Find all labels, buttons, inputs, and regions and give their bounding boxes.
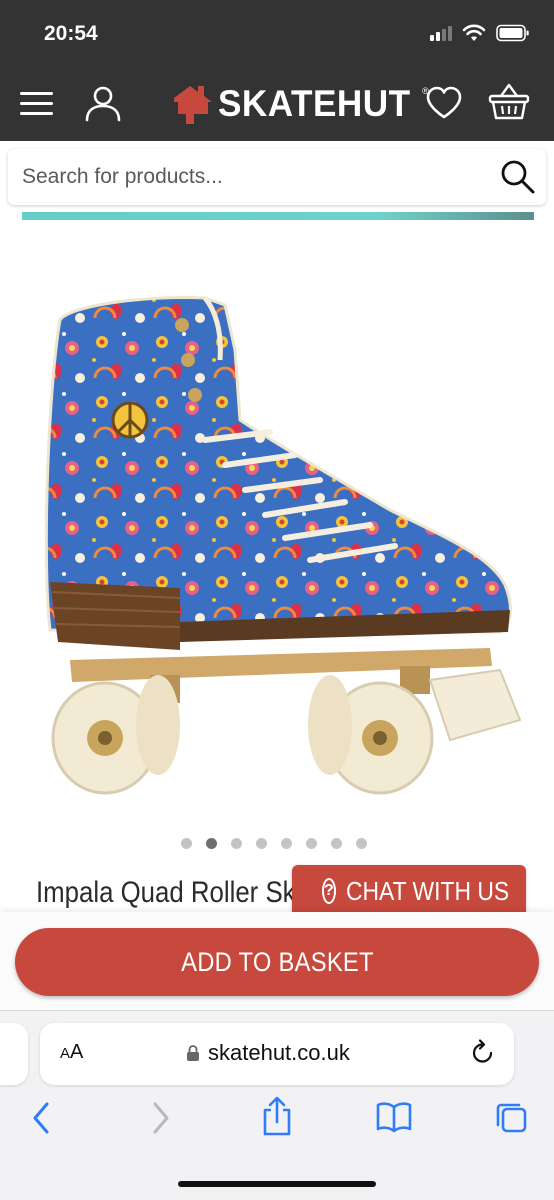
reload-icon[interactable] bbox=[470, 1039, 496, 1067]
wheels bbox=[51, 675, 434, 795]
status-time: 20:54 bbox=[44, 22, 98, 45]
add-to-basket-bar: ADD TO BASKET bbox=[0, 912, 554, 1012]
reader-options-button[interactable]: AA bbox=[60, 1041, 83, 1064]
product-image[interactable] bbox=[30, 270, 530, 810]
battery-icon bbox=[496, 24, 529, 42]
carousel-dot[interactable] bbox=[356, 838, 367, 849]
browser-chrome: AA skatehut.co.uk bbox=[0, 1010, 554, 1200]
address-bar[interactable]: AA skatehut.co.uk bbox=[40, 1023, 514, 1085]
url-display[interactable]: skatehut.co.uk bbox=[186, 1040, 350, 1066]
chat-with-us-button[interactable]: ? CHAT WITH US bbox=[292, 865, 526, 917]
aa-small: A bbox=[60, 1045, 71, 1062]
account-icon[interactable] bbox=[84, 84, 122, 122]
aa-big: A bbox=[70, 1041, 84, 1063]
logo-shoe-icon bbox=[174, 86, 212, 124]
tabs-icon[interactable] bbox=[495, 1101, 527, 1133]
signal-icon bbox=[430, 25, 452, 41]
site-header: SKATEHUT ® bbox=[0, 70, 554, 140]
add-to-basket-button[interactable]: ADD TO BASKET bbox=[15, 928, 539, 996]
search-bar bbox=[8, 149, 546, 205]
bookmarks-icon[interactable] bbox=[376, 1101, 412, 1133]
url-text: skatehut.co.uk bbox=[208, 1040, 350, 1065]
top-bar: 20:54 SKATEHUT ® bbox=[0, 0, 554, 141]
carousel-dot[interactable] bbox=[181, 838, 192, 849]
promo-banner-strip[interactable] bbox=[22, 212, 534, 220]
carousel-dot[interactable] bbox=[231, 838, 242, 849]
basket-icon[interactable] bbox=[488, 82, 530, 122]
carousel-dot[interactable] bbox=[256, 838, 267, 849]
status-icons bbox=[430, 24, 530, 42]
carousel-dot[interactable] bbox=[306, 838, 317, 849]
home-indicator[interactable] bbox=[178, 1181, 376, 1187]
image-carousel-dots bbox=[181, 838, 367, 849]
wifi-icon bbox=[462, 24, 486, 41]
back-icon[interactable] bbox=[30, 1101, 52, 1135]
lock-icon bbox=[187, 1045, 199, 1061]
search-input[interactable] bbox=[22, 149, 492, 205]
carousel-dot[interactable] bbox=[281, 838, 292, 849]
skatehut-logo[interactable]: SKATEHUT ® bbox=[172, 82, 429, 126]
menu-button[interactable] bbox=[20, 90, 54, 118]
share-icon[interactable] bbox=[261, 1095, 293, 1137]
heart-icon[interactable] bbox=[425, 86, 463, 120]
add-to-basket-label: ADD TO BASKET bbox=[180, 946, 374, 977]
help-icon: ? bbox=[322, 878, 336, 904]
forward-icon[interactable] bbox=[150, 1101, 172, 1135]
search-icon[interactable] bbox=[500, 159, 536, 195]
carousel-dot-active[interactable] bbox=[206, 838, 217, 849]
brand-name: SKATEHUT bbox=[218, 83, 411, 124]
browser-toolbar bbox=[0, 1096, 554, 1151]
chat-label: CHAT WITH US bbox=[345, 875, 509, 906]
previous-tab-preview[interactable] bbox=[0, 1023, 28, 1085]
carousel-dot[interactable] bbox=[331, 838, 342, 849]
